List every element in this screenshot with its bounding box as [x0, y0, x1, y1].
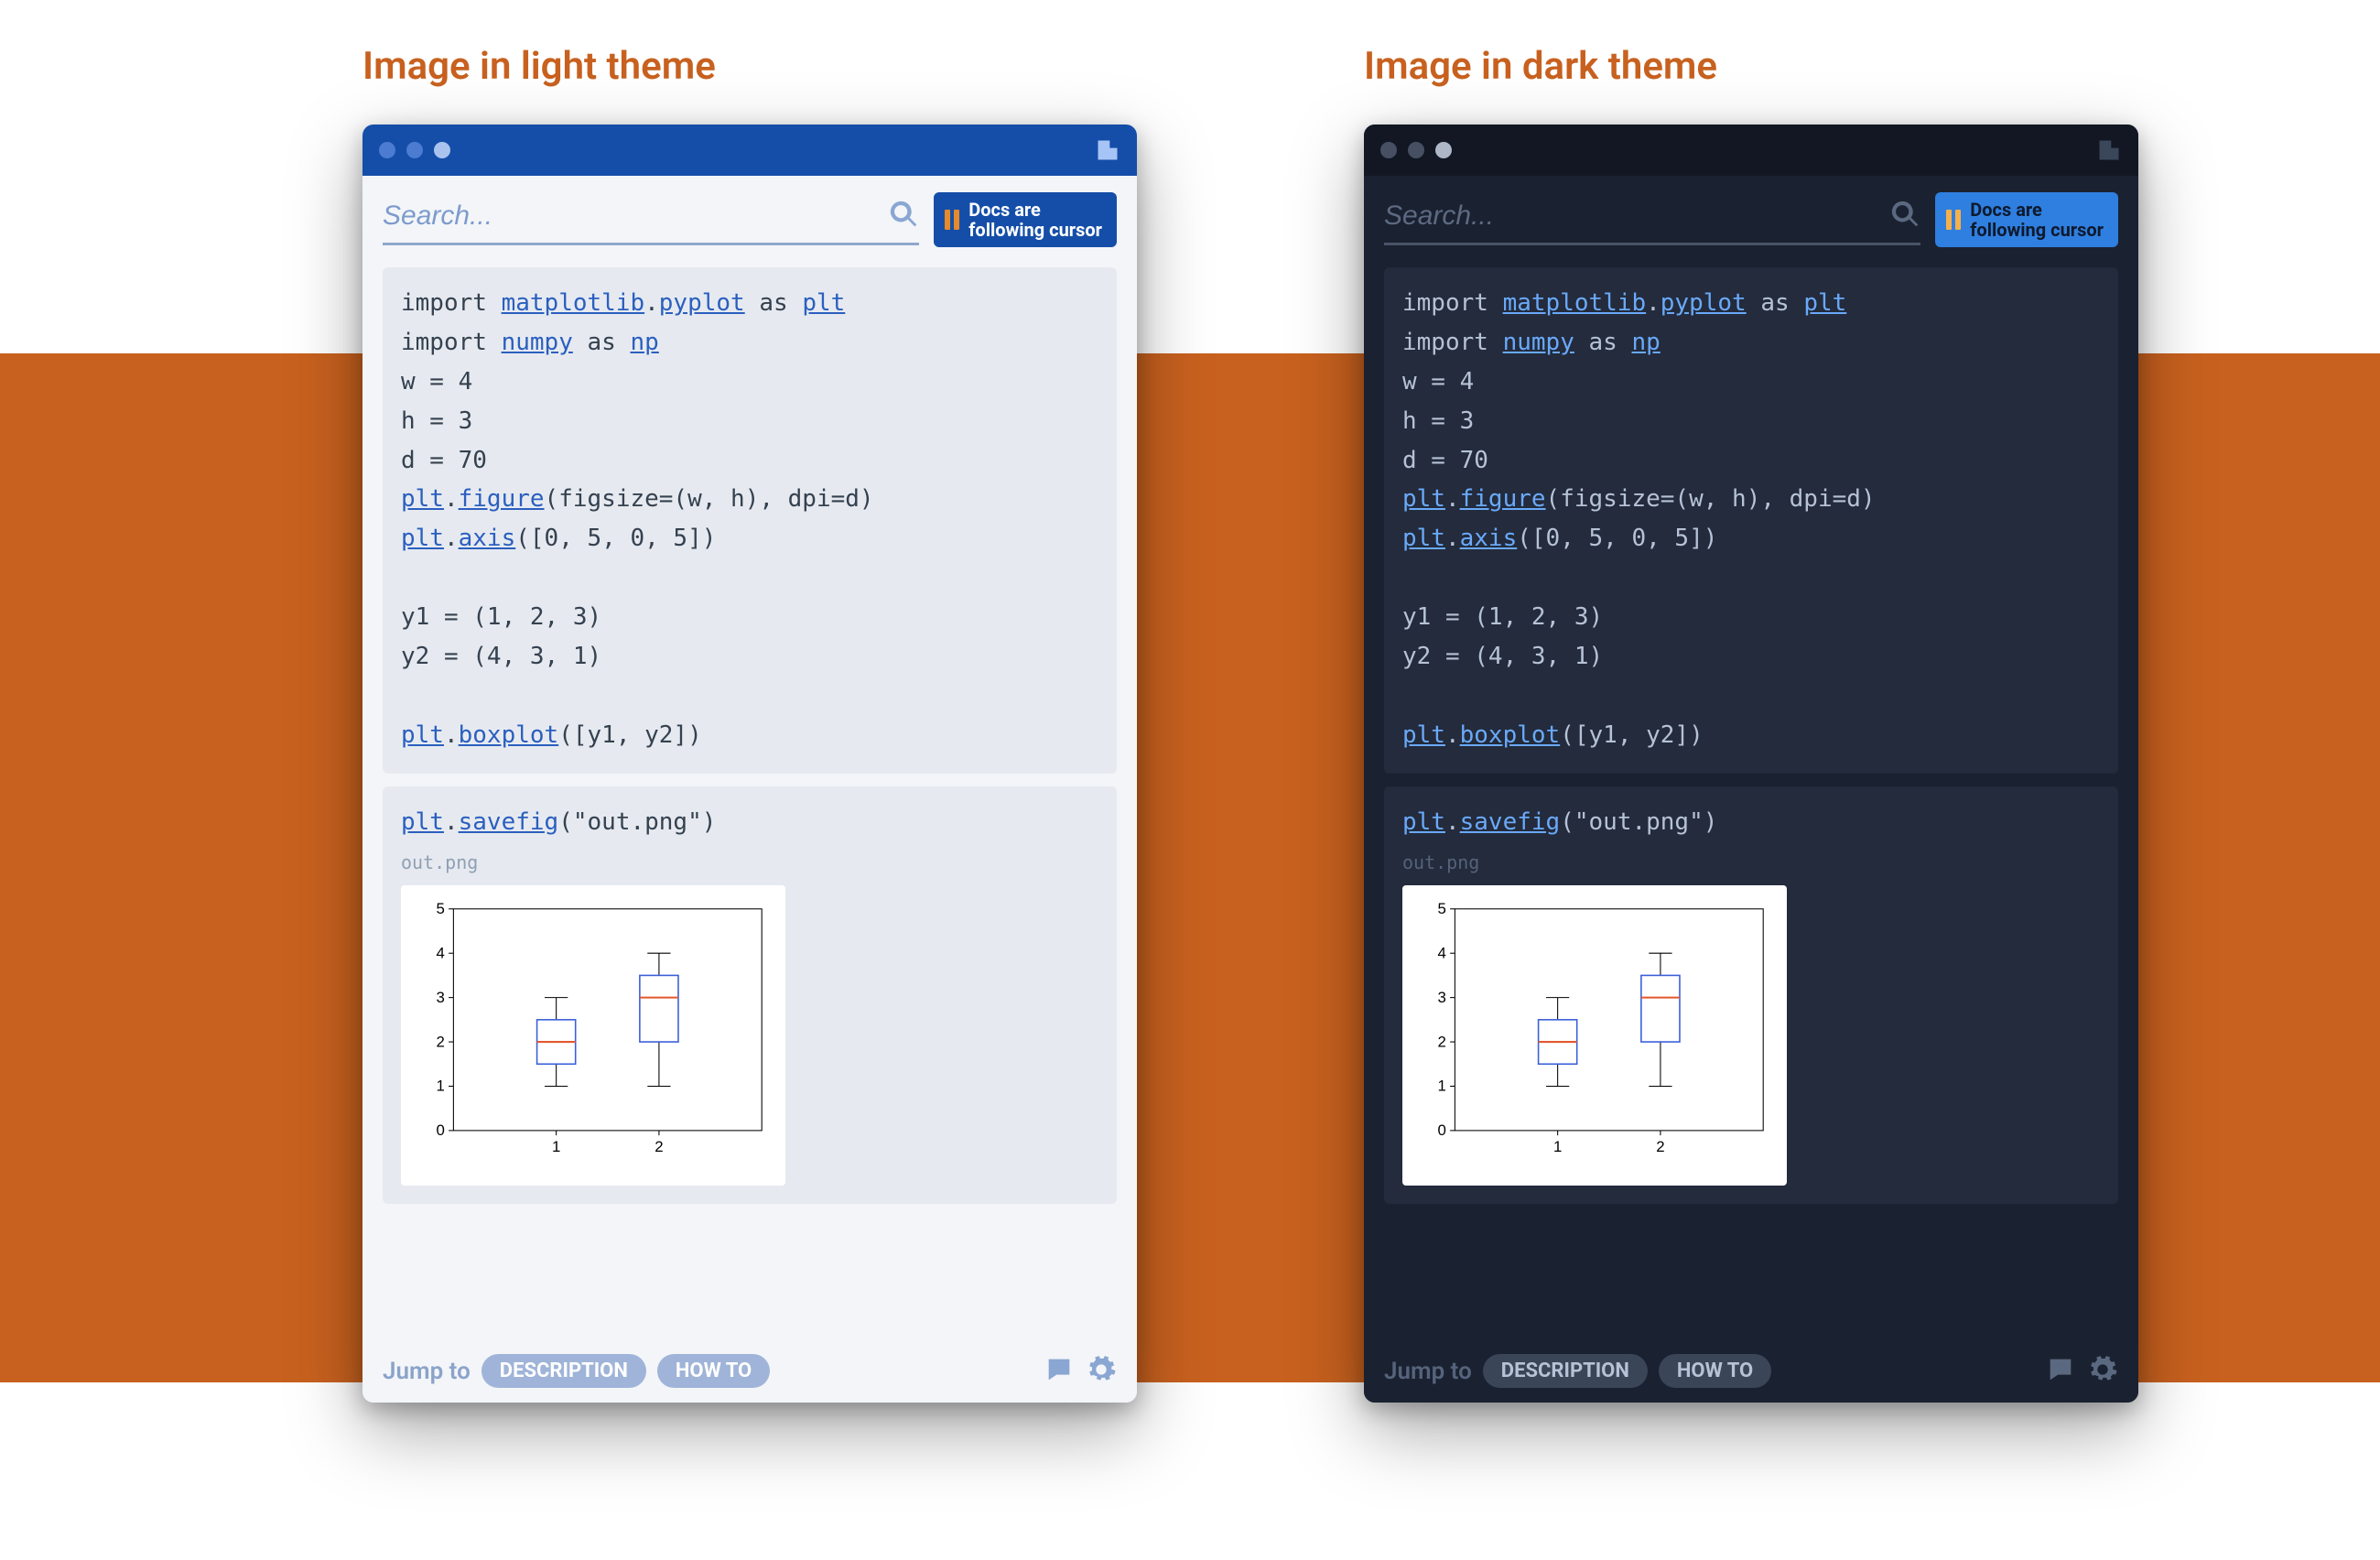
traffic-dot[interactable] — [406, 142, 423, 158]
code-block-savefig[interactable]: plt.savefig("out.png") out.png01234512 — [1384, 786, 2118, 1205]
svg-text:2: 2 — [437, 1033, 445, 1050]
output-filename: out.png — [401, 848, 1098, 878]
code-area: import matplotlib.pyplot as plt import n… — [362, 255, 1137, 1338]
follow-cursor-button[interactable]: Docs arefollowing cursor — [1935, 192, 2118, 247]
app-logo-icon — [1095, 137, 1120, 163]
code-link[interactable]: plt — [1402, 721, 1445, 749]
light-theme-label: Image in light theme — [362, 44, 716, 89]
chat-icon[interactable] — [2045, 1354, 2076, 1389]
code-link[interactable]: np — [630, 329, 658, 356]
pause-icon — [945, 210, 959, 230]
code-link[interactable]: matplotlib — [1503, 289, 1647, 317]
code-link[interactable]: numpy — [502, 329, 573, 356]
search-field-wrap — [383, 195, 919, 245]
code-link[interactable]: plt — [802, 289, 845, 317]
code-link[interactable]: axis — [459, 525, 516, 552]
search-field-wrap — [1384, 195, 1920, 245]
jump-description-pill[interactable]: DESCRIPTION — [1483, 1354, 1648, 1388]
jump-to-label: Jump to — [1384, 1358, 1472, 1385]
code-link[interactable]: plt — [401, 808, 444, 836]
follow-cursor-label: Docs arefollowing cursor — [968, 200, 1102, 240]
footer: Jump to DESCRIPTION HOW TO — [362, 1338, 1137, 1403]
search-input[interactable] — [1384, 200, 1880, 232]
app-logo-icon — [2096, 137, 2122, 163]
code-link[interactable]: plt — [1402, 808, 1445, 836]
svg-text:2: 2 — [654, 1138, 663, 1155]
svg-text:1: 1 — [1438, 1077, 1446, 1094]
titlebar — [362, 125, 1137, 176]
code-link[interactable]: savefig — [1460, 808, 1561, 836]
svg-text:5: 5 — [437, 900, 445, 917]
code-link[interactable]: savefig — [459, 808, 559, 836]
svg-text:3: 3 — [1438, 988, 1446, 1005]
traffic-dot[interactable] — [1408, 142, 1424, 158]
code-link[interactable]: plt — [1402, 485, 1445, 513]
dark-theme-label: Image in dark theme — [1364, 44, 1717, 89]
code-link[interactable]: plt — [401, 525, 444, 552]
code-link[interactable]: axis — [1460, 525, 1518, 552]
svg-text:1: 1 — [437, 1077, 445, 1094]
search-icon[interactable] — [888, 199, 919, 233]
follow-cursor-button[interactable]: Docs arefollowing cursor — [934, 192, 1117, 247]
gear-icon[interactable] — [2087, 1354, 2118, 1389]
traffic-dot[interactable] — [1435, 142, 1452, 158]
boxplot-chart: 0 1 2 3 4 5 1 2 — [1412, 894, 1778, 1165]
output-filename: out.png — [1402, 848, 2100, 878]
jump-howto-pill[interactable]: HOW TO — [657, 1354, 770, 1388]
follow-cursor-label: Docs arefollowing cursor — [1970, 200, 2104, 240]
svg-text:4: 4 — [437, 944, 445, 961]
svg-text:0: 0 — [1438, 1121, 1446, 1139]
traffic-dot[interactable] — [379, 142, 395, 158]
svg-text:0: 0 — [437, 1121, 445, 1139]
svg-text:2: 2 — [1656, 1138, 1664, 1155]
footer: Jump to DESCRIPTION HOW TO — [1364, 1338, 2138, 1403]
search-row: Docs arefollowing cursor — [362, 176, 1137, 255]
svg-text:2: 2 — [1438, 1033, 1446, 1050]
code-link[interactable]: numpy — [1503, 329, 1574, 356]
svg-text:1: 1 — [552, 1138, 560, 1155]
svg-text:4: 4 — [1438, 944, 1446, 961]
code-area: import matplotlib.pyplot as plt import n… — [1364, 255, 2138, 1338]
search-row: Docs arefollowing cursor — [1364, 176, 2138, 255]
code-link[interactable]: boxplot — [1460, 721, 1561, 749]
svg-text:1: 1 — [1553, 1138, 1562, 1155]
code-link[interactable]: plt — [1402, 525, 1445, 552]
code-link[interactable]: plt — [401, 721, 444, 749]
search-icon[interactable] — [1889, 199, 1920, 233]
titlebar — [1364, 125, 2138, 176]
code-link[interactable]: figure — [459, 485, 545, 513]
code-block-savefig[interactable]: plt.savefig("out.png") out.png01234512 — [383, 786, 1117, 1205]
traffic-lights[interactable] — [379, 142, 450, 158]
code-link[interactable]: plt — [401, 485, 444, 513]
code-link[interactable]: boxplot — [459, 721, 559, 749]
output-plot: 0 1 2 3 4 5 1 2 — [1402, 885, 1787, 1186]
svg-text:5: 5 — [1438, 900, 1446, 917]
output-plot: 0 1 2 3 4 5 1 2 — [401, 885, 785, 1186]
traffic-dot[interactable] — [434, 142, 450, 158]
svg-text:3: 3 — [437, 988, 445, 1005]
app-window-dark: Docs arefollowing cursor import matplotl… — [1364, 125, 2138, 1403]
app-window-light: Docs arefollowing cursor import matplotl… — [362, 125, 1137, 1403]
jump-description-pill[interactable]: DESCRIPTION — [481, 1354, 646, 1388]
jump-to-label: Jump to — [383, 1358, 471, 1385]
boxplot-chart: 0 1 2 3 4 5 1 2 — [410, 894, 776, 1165]
pause-icon — [1946, 210, 1961, 230]
code-link[interactable]: figure — [1460, 485, 1546, 513]
code-link[interactable]: np — [1631, 329, 1660, 356]
chat-icon[interactable] — [1044, 1354, 1075, 1389]
traffic-dot[interactable] — [1380, 142, 1397, 158]
code-link[interactable]: pyplot — [659, 289, 745, 317]
traffic-lights[interactable] — [1380, 142, 1452, 158]
code-link[interactable]: plt — [1803, 289, 1846, 317]
code-block-main[interactable]: import matplotlib.pyplot as plt import n… — [1384, 267, 2118, 774]
code-link[interactable]: matplotlib — [502, 289, 645, 317]
jump-howto-pill[interactable]: HOW TO — [1659, 1354, 1771, 1388]
code-link[interactable]: pyplot — [1661, 289, 1747, 317]
gear-icon[interactable] — [1086, 1354, 1117, 1389]
code-block-main[interactable]: import matplotlib.pyplot as plt import n… — [383, 267, 1117, 774]
search-input[interactable] — [383, 200, 879, 232]
